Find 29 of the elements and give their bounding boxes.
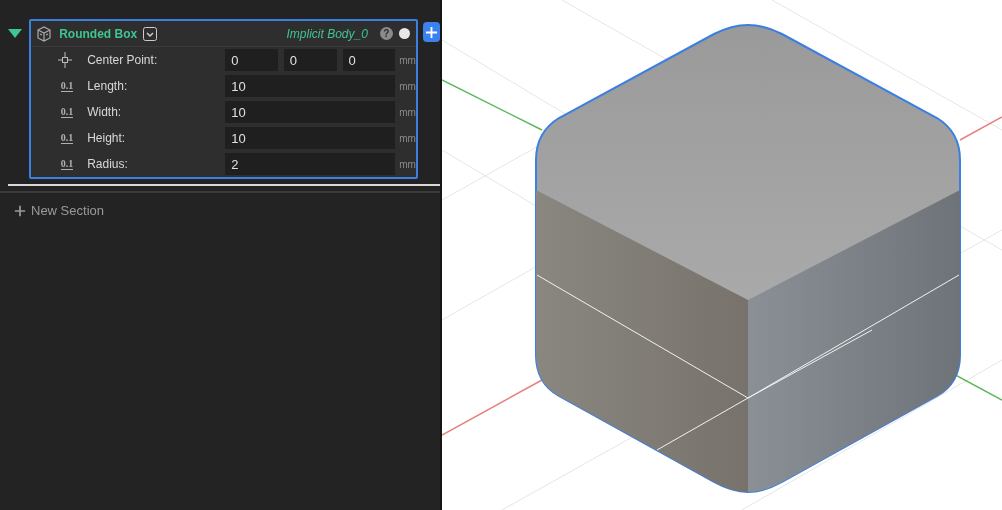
- plus-icon: [424, 25, 438, 39]
- number-field[interactable]: 0: [225, 49, 278, 71]
- point-icon: [57, 52, 74, 68]
- body-name: Implicit Body_0: [286, 26, 368, 41]
- field-label: Radius:: [87, 157, 129, 171]
- help-icon[interactable]: ?: [379, 27, 393, 40]
- add-button[interactable]: [422, 22, 440, 42]
- number-field[interactable]: 0: [283, 49, 337, 71]
- status-dot: [398, 28, 410, 39]
- number-field[interactable]: 2: [225, 153, 396, 175]
- field-label: Height:: [87, 131, 127, 145]
- unit-label: mm: [399, 158, 416, 170]
- plus-icon: [14, 204, 26, 217]
- node-title: Rounded Box: [59, 26, 138, 41]
- new-section-button[interactable]: New Section: [14, 203, 440, 218]
- box-mesh-icon: [35, 24, 54, 43]
- field-label: Width:: [87, 105, 123, 119]
- number-field[interactable]: 10: [225, 101, 396, 123]
- field-label: Center Point:: [87, 53, 159, 67]
- expand-triangle-icon[interactable]: [7, 29, 22, 38]
- unit-label: mm: [399, 54, 416, 66]
- unit-label: mm: [399, 132, 416, 144]
- unit-label: mm: [399, 80, 416, 92]
- dropdown-icon[interactable]: [143, 26, 158, 41]
- field-label: Length:: [87, 79, 129, 93]
- number-field[interactable]: 10: [225, 75, 396, 97]
- number-field[interactable]: 0: [342, 49, 396, 71]
- unit-label: mm: [399, 106, 416, 118]
- number-field[interactable]: 10: [225, 127, 396, 149]
